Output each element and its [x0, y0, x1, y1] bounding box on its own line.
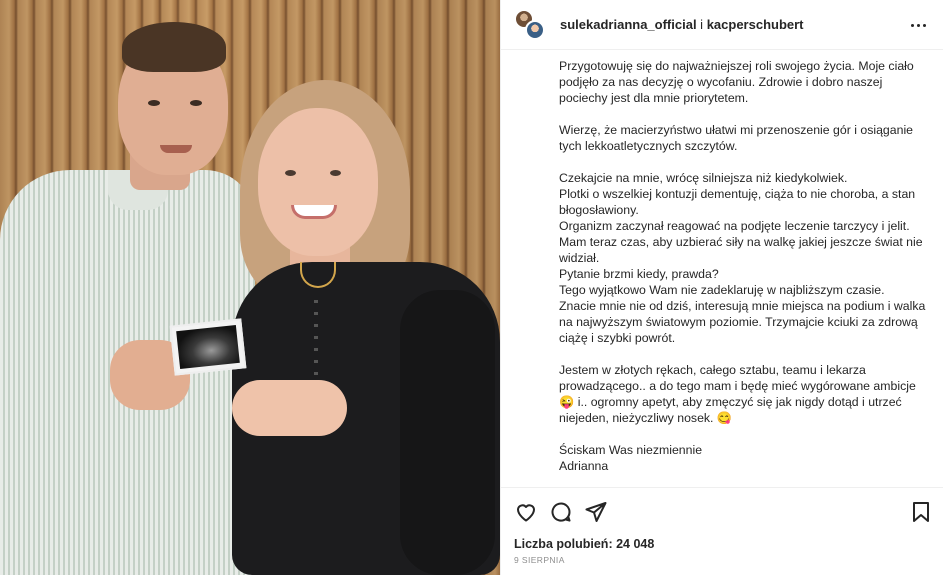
save-button[interactable] — [909, 500, 933, 524]
instagram-post: sulekadrianna_official i kacperschubert … — [0, 0, 943, 575]
share-icon — [585, 502, 607, 522]
comment-icon — [551, 502, 571, 522]
man-mouth — [160, 145, 192, 153]
collab-avatars[interactable] — [514, 8, 546, 41]
post-caption: Przygotowuję się do najważniejszej roli … — [559, 58, 927, 482]
man-eye-right — [190, 100, 202, 106]
woman-hand — [232, 380, 347, 436]
post-photo[interactable] — [0, 0, 500, 575]
post-header: sulekadrianna_official i kacperschubert — [501, 0, 943, 50]
author-names: sulekadrianna_official i kacperschubert — [560, 17, 804, 32]
caption-paragraph: Czekajcie na mnie, wrócę silniejsza niż … — [559, 171, 926, 345]
woman-face — [258, 108, 378, 256]
woman-eye-left — [285, 170, 296, 176]
bookmark-icon — [913, 502, 929, 522]
ultrasound-scan — [176, 324, 240, 370]
share-button[interactable] — [584, 500, 608, 524]
heart-icon — [517, 504, 535, 522]
author-primary-link[interactable]: sulekadrianna_official — [560, 17, 697, 32]
author-separator: i — [696, 17, 707, 32]
man-eye-left — [148, 100, 160, 106]
post-date[interactable]: 9 SIERPNIA — [514, 555, 565, 565]
dot-icon — [922, 23, 926, 27]
woman-arm — [400, 290, 495, 575]
ultrasound-photo — [169, 318, 247, 376]
woman-smile — [291, 205, 337, 219]
man-hair — [122, 22, 226, 72]
author-secondary-link[interactable]: kacperschubert — [707, 17, 804, 32]
post-sidebar: sulekadrianna_official i kacperschubert … — [500, 0, 943, 575]
caption-paragraph: Przygotowuję się do najważniejszej roli … — [559, 59, 914, 105]
caption-paragraph: Ściskam Was niezmiennie Adrianna — [559, 443, 703, 473]
caption-paragraph: Jestem w złotych rękach, całego sztabu, … — [559, 363, 916, 425]
more-options-button[interactable] — [906, 13, 930, 37]
woman-eye-right — [330, 170, 341, 176]
likes-count[interactable]: Liczba polubień: 24 048 — [514, 537, 654, 551]
comment-button[interactable] — [549, 500, 573, 524]
dot-icon — [916, 23, 920, 27]
like-button[interactable] — [514, 500, 538, 524]
avatar-secondary[interactable] — [525, 19, 545, 40]
caption-paragraph: Wierzę, że macierzyństwo ułatwi mi przen… — [559, 123, 914, 153]
dot-icon — [910, 23, 914, 27]
action-bar — [501, 487, 943, 533]
